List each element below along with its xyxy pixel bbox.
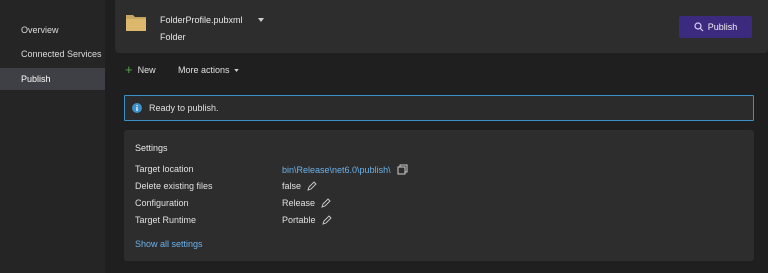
setting-value-group: Release: [282, 198, 331, 208]
toolbar: + New More actions: [125, 63, 425, 79]
setting-value-group: Portable: [282, 215, 332, 225]
new-button[interactable]: + New: [125, 63, 156, 77]
setting-value: Release: [282, 198, 316, 208]
sidebar-item-label: Publish: [21, 74, 51, 84]
pencil-icon[interactable]: [321, 215, 332, 225]
show-all-settings-link[interactable]: Show all settings: [135, 239, 203, 249]
chevron-down-icon: [233, 68, 239, 72]
sidebar-item-label: Overview: [21, 25, 59, 35]
sidebar-item-connected-services[interactable]: Connected Services: [0, 43, 105, 65]
caret-down-icon[interactable]: [258, 18, 264, 22]
more-actions-label: More actions: [178, 65, 230, 75]
setting-row-target-location: Target location bin\Release\net6.0\publi…: [135, 164, 735, 178]
setting-value-group: false: [282, 181, 317, 191]
profile-panel: FolderProfile.pubxml Folder Publish: [115, 0, 768, 53]
sidebar: Overview Connected Services Publish: [0, 0, 105, 273]
setting-label: Target Runtime: [135, 215, 197, 225]
setting-label: Delete existing files: [135, 181, 213, 191]
pencil-icon[interactable]: [321, 198, 331, 208]
setting-value: Portable: [282, 215, 316, 225]
setting-value: false: [282, 181, 302, 191]
publish-button[interactable]: Publish: [679, 16, 752, 38]
publish-button-label: Publish: [707, 22, 738, 32]
settings-card: Settings Target location bin\Release\net…: [124, 130, 754, 261]
setting-row-target-runtime: Target Runtime Portable: [135, 215, 735, 229]
profile-type: Folder: [160, 32, 186, 42]
setting-value-group: bin\Release\net6.0\publish\: [282, 164, 408, 175]
sidebar-item-label: Connected Services: [21, 49, 102, 59]
profile-selector[interactable]: FolderProfile.pubxml: [160, 15, 243, 25]
info-bar: Ready to publish.: [124, 95, 754, 121]
new-button-label: New: [137, 65, 156, 75]
more-actions-button[interactable]: More actions: [178, 65, 239, 75]
target-location-link[interactable]: bin\Release\net6.0\publish\: [282, 165, 391, 175]
setting-label: Configuration: [135, 198, 189, 208]
info-message: Ready to publish.: [149, 103, 219, 113]
sidebar-item-overview[interactable]: Overview: [0, 19, 105, 41]
setting-label: Target location: [135, 164, 194, 174]
setting-row-delete-existing-files: Delete existing files false: [135, 181, 735, 195]
folder-icon: [126, 15, 146, 31]
settings-title: Settings: [135, 143, 168, 153]
copy-icon[interactable]: [397, 164, 408, 175]
setting-row-configuration: Configuration Release: [135, 198, 735, 212]
info-icon: [132, 103, 142, 113]
sidebar-item-publish[interactable]: Publish: [0, 68, 105, 90]
plus-icon: +: [125, 62, 133, 77]
pencil-icon[interactable]: [307, 181, 317, 191]
publish-icon: [694, 22, 704, 32]
main-content: FolderProfile.pubxml Folder Publish + Ne…: [105, 0, 768, 273]
